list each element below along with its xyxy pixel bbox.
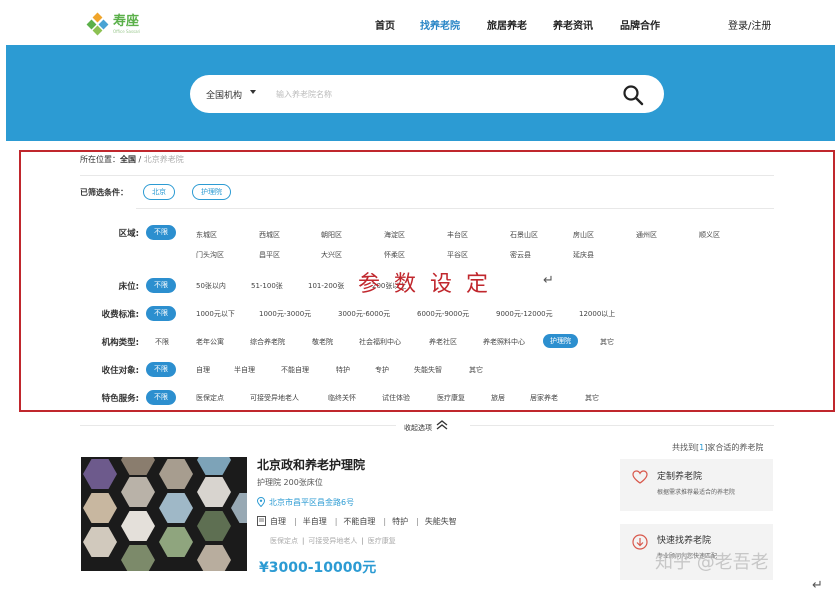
nursing-home-address: 北京市昌平区昌金路6号: [257, 497, 354, 508]
collapse-label: 收起选项: [404, 424, 432, 432]
collapse-options-button[interactable]: 收起选项: [404, 420, 448, 433]
nav-news[interactable]: 养老资讯: [553, 17, 593, 32]
divider: [470, 425, 774, 426]
annotation-frame: [19, 150, 835, 412]
nav-travel-care[interactable]: 旅居养老: [487, 17, 527, 32]
nursing-home-thumbnail[interactable]: [81, 457, 247, 571]
nav-find-home[interactable]: 找养老院: [420, 17, 460, 32]
site-header: 寿座 Office Sassari 首页 找养老院 旅居养老 养老资讯 品牌合作…: [0, 0, 835, 45]
nursing-home-price: ¥3000-10000元: [259, 560, 377, 576]
custom-home-desc: 根据需求推荐最适合的养老院: [657, 489, 736, 496]
nursing-home-subtitle: 护理院 200张床位: [257, 478, 323, 487]
nursing-home-feature-tags: 医保定点 | 可接受异地老人 | 医疗康复: [270, 537, 396, 545]
search-scope-select[interactable]: 全国机构: [206, 88, 242, 101]
nav-home[interactable]: 首页: [375, 17, 395, 32]
logo-icon: [86, 12, 109, 36]
nursing-home-title[interactable]: 北京政和养老护理院: [257, 456, 365, 473]
custom-home-title: 定制养老院: [657, 472, 703, 482]
result-count: 共找到[1]家合适的养老院: [672, 443, 764, 452]
search-bar: 全国机构: [190, 75, 664, 113]
download-circle-icon: [632, 534, 648, 550]
quick-find-title: 快速找养老院: [657, 536, 712, 546]
search-input[interactable]: [276, 85, 596, 103]
site-logo[interactable]: 寿座 Office Sassari: [86, 12, 141, 36]
caret-down-icon[interactable]: [250, 90, 256, 94]
nursing-home-target-tags: 自理 | 半自理 | 不能自理 | 特护 | 失能失智: [257, 516, 459, 527]
divider: [80, 425, 396, 426]
document-icon: [257, 516, 266, 526]
nav-brand-partner[interactable]: 品牌合作: [620, 17, 660, 32]
watermark: 知乎 @老吾老: [655, 552, 769, 573]
custom-home-card[interactable]: 定制养老院 根据需求推荐最适合的养老院: [620, 459, 773, 511]
logo-name: 寿座: [113, 13, 140, 29]
search-icon[interactable]: [622, 84, 644, 106]
login-register-link[interactable]: 登录/注册: [728, 17, 771, 32]
heart-icon: [632, 470, 648, 484]
return-mark: ↵: [812, 578, 823, 593]
logo-subtitle: Office Sassari: [113, 28, 141, 34]
chevron-up-icon: [436, 420, 448, 430]
location-pin-icon: [257, 497, 265, 507]
